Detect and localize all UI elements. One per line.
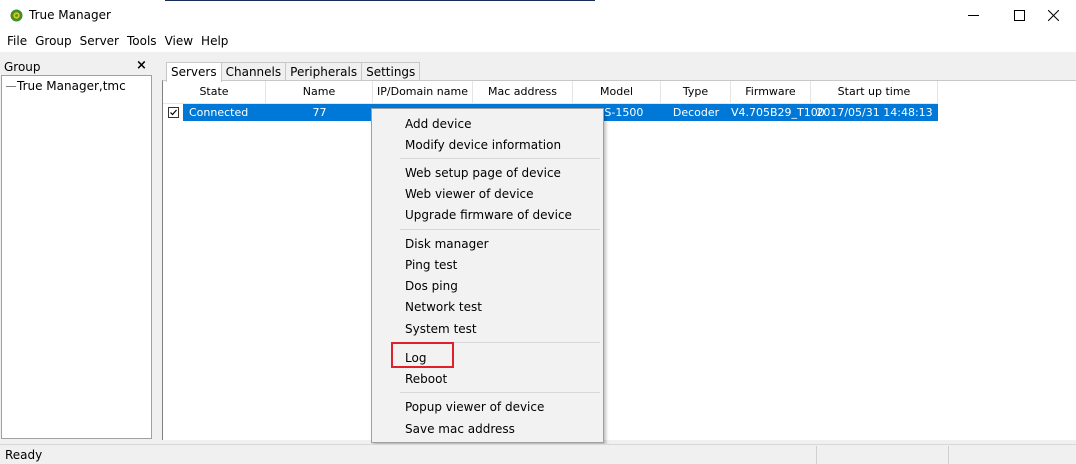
grid-header: State Name IP/Domain name Mac address Mo… <box>163 81 938 104</box>
menu-group[interactable]: Group <box>31 32 76 51</box>
menu-save-mac-address[interactable]: Save mac address <box>405 421 515 437</box>
tab-servers[interactable]: Servers <box>166 62 222 82</box>
menu-help[interactable]: Help <box>197 32 232 51</box>
close-button[interactable] <box>1030 0 1076 31</box>
menu-view[interactable]: View <box>161 32 197 51</box>
status-divider <box>816 446 817 464</box>
title-accent-line <box>165 0 595 1</box>
tree-item-label: True Manager,tmc <box>17 79 126 93</box>
status-divider <box>948 446 949 464</box>
menu-network-test[interactable]: Network test <box>405 299 482 315</box>
status-text: Ready <box>5 448 43 462</box>
group-tree: True Manager,tmc <box>1 75 152 439</box>
menu-tools[interactable]: Tools <box>123 32 161 51</box>
minimize-button[interactable] <box>950 0 996 31</box>
row-checkbox[interactable] <box>168 107 179 118</box>
column-model[interactable]: Model <box>573 81 661 103</box>
tree-connector-line <box>6 85 16 87</box>
tree-item-root[interactable]: True Manager,tmc <box>6 79 126 93</box>
column-firmware[interactable]: Firmware <box>731 81 811 103</box>
column-ip[interactable]: IP/Domain name <box>373 81 473 103</box>
maximize-icon <box>1013 10 1025 21</box>
menu-file[interactable]: File <box>3 32 31 51</box>
context-menu: Add device Modify device information Web… <box>371 108 604 443</box>
cell-startup: 2017/05/31 14:48:13 <box>816 106 933 119</box>
column-startup[interactable]: Start up time <box>811 81 938 103</box>
tab-peripherals[interactable]: Peripherals <box>285 62 363 81</box>
menu-reboot[interactable]: Reboot <box>405 371 447 387</box>
minimize-icon <box>967 15 979 16</box>
tab-channels[interactable]: Channels <box>220 62 287 81</box>
tab-strip: Servers Channels Peripherals Settings <box>166 62 421 82</box>
menu-add-device[interactable]: Add device <box>405 116 471 132</box>
menu-separator <box>400 158 600 159</box>
group-panel-header: Group × <box>0 57 159 75</box>
cell-type: Decoder <box>672 106 720 119</box>
menu-bar: File Group Server Tools View Help <box>0 31 1076 52</box>
menu-web-viewer[interactable]: Web viewer of device <box>405 186 534 202</box>
group-panel-close-icon[interactable]: × <box>136 58 147 73</box>
title-bar: True Manager <box>0 0 1076 31</box>
status-bar: Ready <box>0 444 1076 464</box>
column-name[interactable]: Name <box>266 81 373 103</box>
menu-upgrade-firmware[interactable]: Upgrade firmware of device <box>405 207 572 223</box>
column-type[interactable]: Type <box>661 81 731 103</box>
menu-modify-device-information[interactable]: Modify device information <box>405 137 561 153</box>
cell-firmware: V4.705B29_T100 <box>731 106 825 119</box>
menu-server[interactable]: Server <box>76 32 123 51</box>
menu-dos-ping[interactable]: Dos ping <box>405 278 458 294</box>
cell-name: 77 <box>312 106 327 119</box>
tab-settings[interactable]: Settings <box>361 62 421 81</box>
checkmark-icon <box>170 109 177 116</box>
menu-ping-test[interactable]: Ping test <box>405 257 457 273</box>
column-mac[interactable]: Mac address <box>473 81 573 103</box>
device-grid: State Name IP/Domain name Mac address Mo… <box>162 80 1076 440</box>
app-logo-icon <box>10 9 23 22</box>
menu-separator <box>400 229 600 230</box>
menu-system-test[interactable]: System test <box>405 321 477 337</box>
menu-separator <box>400 392 600 393</box>
menu-disk-manager[interactable]: Disk manager <box>405 236 489 252</box>
log-highlight-box <box>391 342 454 368</box>
group-panel-title: Group <box>4 60 41 74</box>
close-icon <box>1047 10 1059 21</box>
window-title: True Manager <box>29 8 111 22</box>
cell-state: Connected <box>189 106 249 119</box>
menu-web-setup-page[interactable]: Web setup page of device <box>405 165 561 181</box>
column-state[interactable]: State <box>163 81 266 103</box>
menu-popup-viewer[interactable]: Popup viewer of device <box>405 399 544 415</box>
